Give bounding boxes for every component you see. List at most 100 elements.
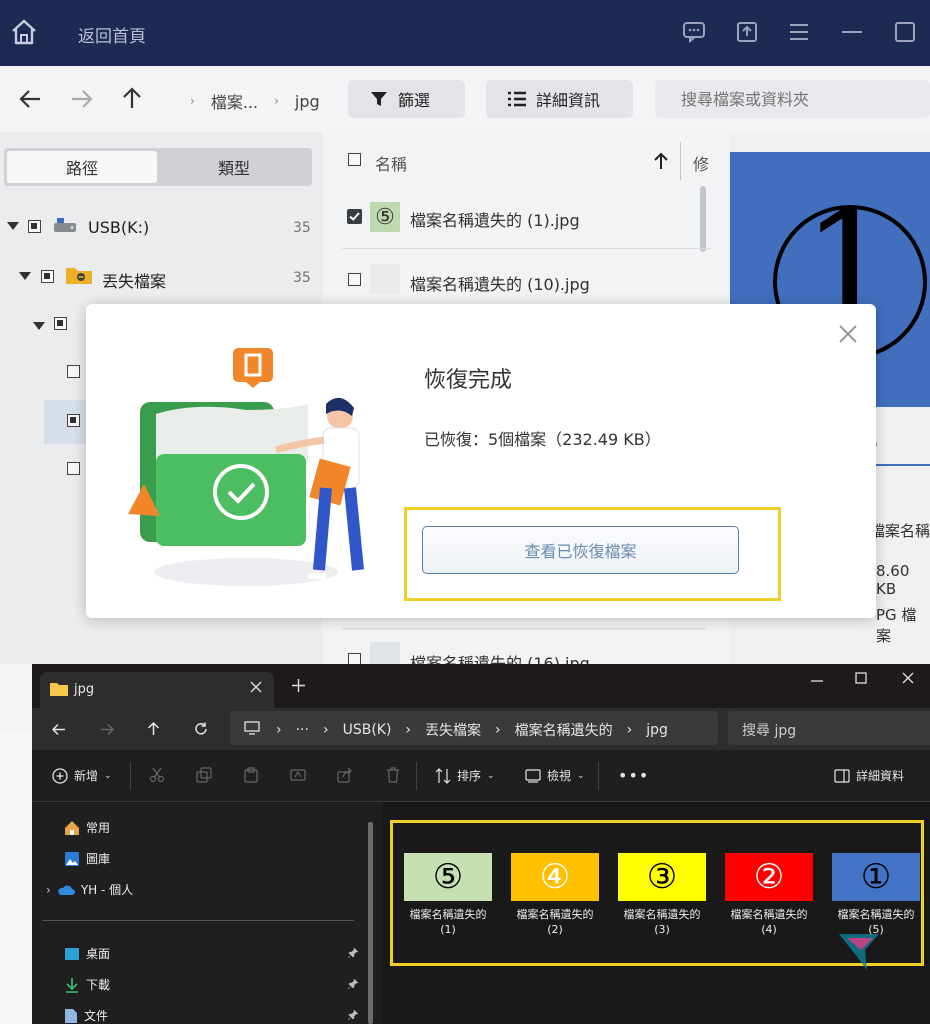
address-item[interactable]: 檔案名稱遺失的 — [515, 720, 613, 740]
file-tile[interactable]: ② — [725, 853, 813, 901]
tab-title: jpg — [74, 682, 95, 697]
breadcrumb-item[interactable]: jpg — [295, 92, 320, 111]
file-tile[interactable]: ③ — [618, 853, 706, 901]
navigation-bar: › 檔案... › jpg 篩選 詳細資訊 — [0, 66, 930, 132]
pin-icon[interactable] — [348, 948, 358, 958]
more-options-icon[interactable]: ••• — [618, 766, 649, 785]
sidebar-item-onedrive[interactable]: › YH - 個人 — [46, 881, 133, 898]
file-tile[interactable]: ④ — [511, 853, 599, 901]
details-pane-icon — [834, 768, 850, 783]
sort-label: 排序 — [457, 769, 482, 783]
sort-button[interactable]: 排序 ⌄ — [435, 767, 495, 784]
divider — [42, 920, 354, 921]
sidebar-item-documents[interactable]: 文件 — [64, 1007, 108, 1024]
forward-arrow-icon[interactable] — [100, 723, 114, 736]
separator — [416, 762, 417, 790]
chevron-right-icon: › — [405, 722, 412, 738]
chevron-down-icon: ⌄ — [577, 770, 585, 781]
file-tile[interactable]: ⑤ — [404, 853, 492, 901]
new-tab-icon[interactable] — [292, 679, 305, 692]
refresh-icon[interactable] — [194, 722, 208, 736]
back-home-link[interactable]: 返回首頁 — [78, 22, 146, 47]
close-window-icon[interactable] — [902, 672, 914, 684]
address-bar[interactable]: › ··· › USB(K) › 丟失檔案 › 檔案名稱遺失的 › jpg — [230, 711, 718, 745]
new-button[interactable]: 新增 ⌄ — [52, 767, 112, 784]
app-title-bar: 返回首頁 — [0, 0, 930, 66]
copy-icon[interactable] — [196, 767, 212, 783]
file-label-line: (3) — [654, 923, 670, 936]
explorer-search-box[interactable]: 搜尋 jpg — [728, 711, 930, 745]
cut-icon[interactable] — [149, 767, 165, 783]
address-item[interactable]: 丟失檔案 — [425, 720, 481, 740]
sidebar-item-gallery[interactable]: 圖庫 — [64, 850, 110, 867]
filter-icon — [371, 92, 387, 106]
more-icon[interactable]: ··· — [296, 722, 309, 738]
file-label-line: 檔案名稱遺失的 — [409, 908, 487, 921]
details-button[interactable]: 詳細資訊 — [486, 80, 633, 118]
details-pane-label: 詳細資料 — [856, 769, 905, 783]
home-icon[interactable] — [10, 18, 38, 46]
chevron-down-icon: ⌄ — [104, 770, 112, 781]
sort-icon — [435, 767, 451, 784]
address-item[interactable]: jpg — [646, 722, 668, 738]
file-label[interactable]: 檔案名稱遺失的 (2) — [495, 907, 615, 937]
up-arrow-icon[interactable] — [147, 722, 160, 736]
sidebar-label: 常用 — [86, 821, 111, 835]
chevron-right-icon: › — [495, 722, 501, 738]
back-arrow-icon[interactable] — [18, 88, 42, 110]
close-tab-icon[interactable] — [250, 681, 262, 693]
view-button[interactable]: 檢視 ⌄ — [525, 767, 585, 784]
up-arrow-icon[interactable] — [121, 86, 143, 110]
maximize-icon[interactable] — [893, 20, 917, 44]
upgrade-icon[interactable] — [735, 20, 759, 44]
file-label[interactable]: 檔案名稱遺失的 (3) — [602, 907, 722, 937]
menu-icon[interactable] — [788, 20, 810, 44]
delete-icon[interactable] — [385, 767, 401, 783]
home-icon — [65, 820, 79, 835]
sidebar-item-home[interactable]: 常用 — [64, 819, 110, 836]
file-label-line: 檔案名稱遺失的 — [837, 908, 915, 921]
breadcrumb-item[interactable]: 檔案... — [211, 89, 258, 113]
separator — [130, 762, 131, 790]
pin-icon[interactable] — [348, 979, 358, 989]
sidebar-item-downloads[interactable]: 下載 — [64, 976, 110, 993]
file-label[interactable]: 檔案名稱遺失的 (4) — [709, 907, 829, 937]
command-bar: 新增 ⌄ 排序 ⌄ 檢視 ⌄ ••• 詳細資料 — [32, 750, 930, 802]
back-arrow-icon[interactable] — [52, 723, 66, 736]
chevron-right-icon: › — [322, 722, 329, 738]
breadcrumb: › 檔案... › jpg — [190, 89, 320, 113]
sidebar-label: 下載 — [86, 978, 111, 992]
sidebar-item-desktop[interactable]: 桌面 — [64, 945, 110, 962]
sidebar-label: YH - 個人 — [80, 883, 134, 897]
pin-icon[interactable] — [348, 1010, 358, 1020]
maximize-icon[interactable] — [855, 672, 867, 684]
rename-icon[interactable] — [290, 767, 306, 783]
filter-button[interactable]: 篩選 — [348, 80, 465, 118]
paste-icon[interactable] — [243, 767, 259, 783]
chevron-right-icon: › — [276, 722, 282, 738]
forward-arrow-icon[interactable] — [70, 88, 94, 110]
explorer-address-row: › ··· › USB(K) › 丟失檔案 › 檔案名稱遺失的 › jpg 搜尋… — [32, 708, 930, 750]
file-label[interactable]: 檔案名稱遺失的 (1) — [388, 907, 508, 937]
chevron-right-icon[interactable]: › — [46, 883, 51, 897]
feedback-icon[interactable] — [682, 20, 706, 44]
minimize-icon[interactable] — [811, 675, 823, 687]
file-tile[interactable]: ① — [832, 853, 920, 901]
explorer-sidebar: 常用 圖庫 › YH - 個人 桌面 下載 文件 — [32, 802, 382, 1024]
minimize-icon[interactable] — [840, 20, 864, 44]
folder-icon — [50, 682, 68, 696]
chevron-right-icon: › — [626, 722, 633, 738]
search-input[interactable] — [655, 80, 930, 118]
file-thumbnail: ① — [832, 853, 920, 901]
watermark-logo-icon — [837, 930, 881, 974]
address-item[interactable]: USB(K) — [343, 722, 392, 738]
view-recovered-files-button[interactable]: 查看已恢復檔案 — [422, 526, 739, 574]
filter-label: 篩選 — [398, 91, 431, 110]
close-icon[interactable] — [838, 324, 858, 344]
share-icon[interactable] — [337, 767, 353, 783]
gallery-icon — [65, 851, 79, 866]
sidebar-scrollbar[interactable] — [368, 822, 373, 1024]
details-pane-button[interactable]: 詳細資料 — [834, 767, 904, 784]
explorer-content: ⑤ 檔案名稱遺失的 (1) ④ 檔案名稱遺失的 (2) ③ 檔案名稱遺失的 (3) ②… — [382, 802, 930, 1024]
explorer-tab[interactable]: jpg — [40, 672, 274, 708]
